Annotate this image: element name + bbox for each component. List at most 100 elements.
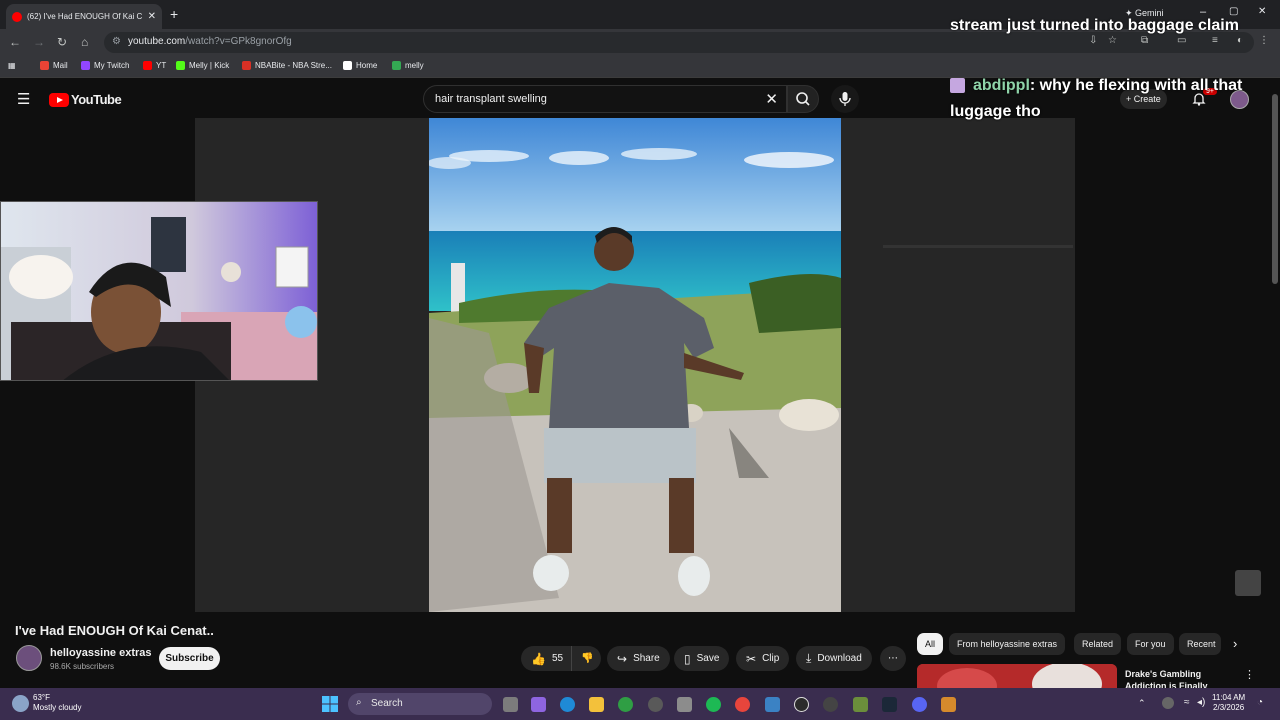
microphone-icon [839, 92, 851, 106]
youtube-icon [143, 61, 152, 70]
youtube-favicon-icon [12, 11, 22, 22]
page-scrollbar[interactable] [1270, 80, 1280, 685]
channel-name[interactable]: helloyassine extras [50, 647, 152, 659]
video-frame[interactable] [429, 118, 841, 612]
share-arrow-icon: ↪ [617, 651, 628, 666]
thumbs-up-icon: 👍 [531, 651, 546, 666]
file-explorer-icon[interactable] [589, 697, 604, 712]
bookmark-melly-kick[interactable]: Melly | Kick [176, 61, 229, 70]
youtube-play-logo-icon [49, 92, 69, 107]
search-icon [796, 92, 810, 106]
copilot-icon[interactable] [531, 697, 546, 712]
save-button[interactable]: ▯ Save [674, 646, 730, 671]
bookmark-mail[interactable]: Mail [40, 61, 68, 70]
webcam-feed-image [1, 202, 317, 380]
bookmark-home[interactable]: Home [343, 61, 377, 70]
dislike-button[interactable]: 👎 [571, 646, 601, 671]
nbabite-icon [242, 61, 251, 70]
bookmark-nbabite[interactable]: NBABite - NBA Stre... [242, 61, 332, 70]
share-button[interactable]: ↪ Share [607, 646, 670, 671]
clock-date: 2/3/2026 [1213, 703, 1245, 712]
tray-overflow-chevron-icon[interactable]: ⌃ [1138, 698, 1146, 709]
chat-emote-icon [950, 78, 965, 93]
overlay-sticker-icon [1235, 570, 1261, 596]
forward-arrow-icon[interactable]: → [33, 35, 45, 49]
voice-search-button[interactable] [831, 85, 859, 113]
scissors-icon: ✂ [746, 651, 757, 666]
site-info-icon[interactable]: ⚙ [112, 36, 121, 47]
xbox-icon[interactable] [618, 697, 633, 712]
chat-message-text: stream just turned into baggage claim [950, 17, 1239, 34]
chip-for-you[interactable]: For you [1127, 633, 1174, 655]
back-arrow-icon[interactable]: ← [9, 35, 21, 49]
weather-temp: 63°F [33, 693, 50, 702]
taskbar-search-icon: ⌕ [356, 697, 362, 708]
related-thumbnail-image [917, 664, 1117, 688]
clip-button[interactable]: ✂ Clip [736, 646, 790, 671]
url-path: /watch?v=GPk8gnorOfg [185, 36, 292, 47]
hamburger-menu-icon[interactable]: ☰ [17, 90, 30, 108]
x-icon [343, 61, 352, 70]
kick-icon [176, 61, 185, 70]
melly-icon [392, 61, 401, 70]
volume-icon[interactable]: ◂) [1197, 697, 1205, 708]
chip-related[interactable]: Related [1074, 633, 1122, 655]
spotify-icon[interactable] [706, 697, 721, 712]
clear-search-icon[interactable]: ✕ [765, 90, 778, 108]
bookmark-melly[interactable]: melly [392, 61, 424, 70]
like-button[interactable]: 👍 55 [521, 646, 571, 671]
download-icon: ⤓ [806, 651, 812, 665]
scrollbar-thumb[interactable] [1272, 94, 1278, 284]
obs-icon[interactable] [823, 697, 838, 712]
related-more-icon[interactable]: ⋮ [1244, 668, 1255, 681]
chrome-icon[interactable] [735, 697, 750, 712]
windows-taskbar: ⌕ Search ⌃ ≈ ◂) ◔ [0, 688, 1280, 720]
youtube-logo[interactable]: YouTube [47, 92, 122, 107]
taskbar-clock[interactable]: 11:04 AM 2/3/2026 [1212, 693, 1245, 713]
download-button[interactable]: ⤓ Download [796, 646, 872, 671]
related-video-thumbnail[interactable] [917, 664, 1117, 688]
windows-start-icon[interactable] [322, 696, 338, 717]
twitch-icon [81, 61, 90, 70]
media-player-icon[interactable] [794, 697, 809, 712]
tray-app-icon[interactable] [1162, 697, 1174, 709]
wifi-icon[interactable]: ≈ [1184, 697, 1190, 708]
subscribe-button[interactable]: Subscribe [159, 647, 220, 670]
app-window-icon[interactable] [765, 697, 780, 712]
app-icon[interactable] [941, 697, 956, 712]
more-dots-icon: ⋯ [888, 653, 898, 664]
new-tab-button[interactable]: + [170, 6, 178, 22]
channel-subscriber-count: 98.6K subscribers [50, 662, 115, 671]
youtube-logo-text: YouTube [71, 92, 122, 107]
tab-title: (62) I've Had ENOUGH Of Kai C [27, 12, 143, 21]
weather-widget[interactable]: 63°F Mostly cloudy [33, 693, 81, 713]
video-scene-image [429, 118, 841, 612]
bookmark-yt[interactable]: YT [143, 61, 166, 70]
reload-icon[interactable]: ↻ [57, 35, 67, 49]
edge-icon[interactable] [560, 697, 575, 712]
chip-recent[interactable]: Recent [1179, 633, 1221, 655]
chip-all[interactable]: All [917, 633, 944, 655]
clock-time: 11:04 AM [1212, 693, 1246, 702]
game-icon[interactable] [853, 697, 868, 712]
more-actions-button[interactable]: ⋯ [880, 646, 906, 671]
store-icon[interactable] [677, 697, 692, 712]
notification-center-icon[interactable]: ◔ [1257, 697, 1263, 708]
search-input[interactable]: hair transplant swelling ✕ [423, 85, 787, 113]
steam-icon[interactable] [882, 697, 897, 712]
channel-avatar[interactable] [16, 645, 42, 671]
home-icon[interactable]: ⌂ [81, 35, 88, 49]
task-view-icon[interactable] [503, 697, 518, 712]
discord-icon[interactable] [912, 697, 927, 712]
chat-message-2: abdippl: why he flexing with all that lu… [950, 73, 1270, 125]
browser-tab-active[interactable]: (62) I've Had ENOUGH Of Kai C ✕ [6, 4, 162, 29]
apps-grid-icon[interactable]: ▦ [8, 61, 16, 70]
player-divider-line [883, 245, 1073, 248]
chip-from-channel[interactable]: From helloyassine extras [949, 633, 1066, 655]
bookmark-my-twitch[interactable]: My Twitch [81, 61, 129, 70]
github-icon[interactable] [648, 697, 663, 712]
close-tab-icon[interactable]: ✕ [148, 11, 156, 22]
chips-next-chevron-icon[interactable]: › [1233, 636, 1237, 651]
search-button[interactable] [787, 85, 819, 113]
taskbar-search[interactable]: ⌕ Search [348, 693, 492, 715]
